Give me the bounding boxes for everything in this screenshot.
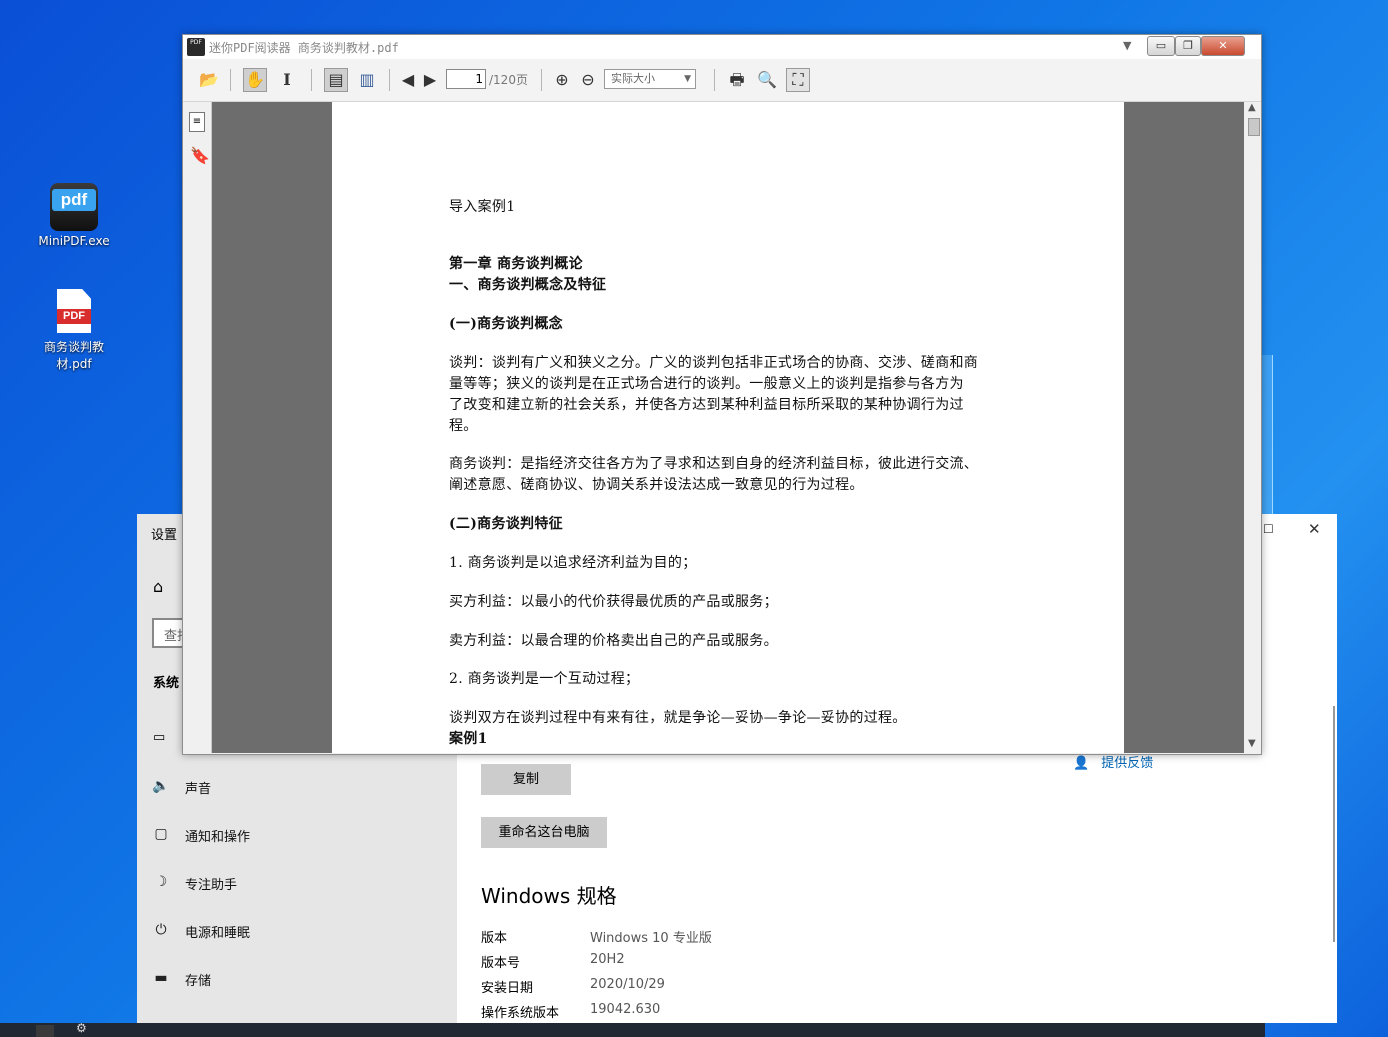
page-line: 1. 商务谈判是以追求经济利益为目的；	[449, 555, 697, 571]
pdf-page: 导入案例1 第一章 商务谈判概论 一、商务谈判概念及特征 (一)商务谈判概念 谈…	[332, 102, 1124, 753]
next-page-icon[interactable]: ▶	[418, 68, 442, 92]
open-folder-icon[interactable]: 📂	[197, 68, 221, 92]
title-bar: PDF 迷你PDF阅读器 商务谈判教材.pdf ▼ ▭ ❐ ✕	[183, 35, 1261, 59]
page-line: 了改变和建立新的社会关系，并使各方达到某种利益目标所采取的某种协调行为过	[449, 397, 964, 413]
page-line: 买方利益：以最小的代价获得最优质的产品或服务；	[449, 594, 778, 610]
app-logo-icon: PDF	[187, 38, 205, 56]
pdf-reader-window: PDF 迷你PDF阅读器 商务谈判教材.pdf ▼ ▭ ❐ ✕ 📂 ✋ I ▤ …	[182, 34, 1262, 755]
text-select-icon[interactable]: I	[275, 68, 299, 92]
window-title: 迷你PDF阅读器 商务谈判教材.pdf	[209, 41, 399, 55]
minimize-button[interactable]: ▭	[1147, 36, 1175, 56]
close-button[interactable]: ✕	[1201, 36, 1245, 56]
page-line: 阐述意愿、磋商协议、协调关系并设法达成一致意见的行为过程。	[449, 477, 864, 493]
toolbar: 📂 ✋ I ▤ ▥ ◀ ▶ 1 /120页 ⊕ ⊖ 实际大小 ▼ 🖶 🔍 ⛶	[183, 59, 1261, 102]
page-line: 谈判：谈判有广义和狭义之分。广义的谈判包括非正式场合的协商、交涉、磋商和商	[449, 355, 979, 371]
taskbar: ⚙	[0, 1021, 1265, 1037]
power-icon: ⏻	[155, 922, 167, 938]
storage-icon: ▬	[154, 970, 168, 986]
feedback-icon: 👤	[1073, 756, 1090, 771]
notification-icon: ▢	[154, 826, 168, 842]
page-line: 导入案例1	[449, 199, 516, 215]
page-line: 谈判双方在谈判过程中有来有往，就是争论—妥协—争论—妥协的过程。	[449, 710, 907, 726]
page-line: 2. 商务谈判是一个互动过程；	[449, 671, 640, 687]
close-button[interactable]: ✕	[1308, 520, 1321, 538]
page-line: 第一章 商务谈判概论	[449, 256, 583, 272]
restore-button[interactable]: ❐	[1175, 36, 1201, 56]
rename-pc-button[interactable]: 重命名这台电脑	[481, 817, 607, 848]
page-line: 卖方利益：以最合理的价格卖出自己的产品或服务。	[449, 633, 778, 649]
spec-value: 2020/10/29	[590, 977, 665, 992]
moon-icon: ☽	[154, 874, 168, 890]
single-page-icon[interactable]: ▤	[324, 68, 348, 92]
copy-button[interactable]: 复制	[481, 764, 571, 795]
page-total-label: /120页	[489, 73, 528, 87]
toolbar-separator	[541, 69, 542, 91]
taskbar-app-icon[interactable]	[36, 1025, 54, 1037]
scroll-thumb[interactable]	[1248, 118, 1260, 136]
nav-item-storage[interactable]: ▬ 存储	[137, 964, 457, 994]
page-line: (一)商务谈判概念	[449, 316, 563, 332]
bookmark-icon[interactable]: 🔖	[190, 146, 210, 165]
desktop-icon-label: MiniPDF.exe	[38, 234, 110, 248]
toolbar-separator	[389, 69, 390, 91]
zoom-out-icon[interactable]: ⊖	[576, 68, 600, 92]
spec-label: 版本号	[481, 956, 521, 971]
page-number-input[interactable]: 1	[446, 69, 486, 89]
minipdf-app-icon: pdf	[50, 183, 98, 231]
gear-icon[interactable]: ⚙	[76, 1021, 87, 1035]
spec-label: 版本	[481, 931, 508, 946]
chevron-down-icon: ▼	[684, 74, 691, 84]
nav-item-focus-assist[interactable]: ☽ 专注助手	[137, 868, 457, 898]
desktop-icon-label: 商务谈判教材.pdf	[43, 340, 104, 371]
display-icon[interactable]: ▭	[153, 730, 165, 745]
side-panel: ≡ 🔖	[183, 102, 212, 753]
search-icon[interactable]: 🔍	[755, 68, 779, 92]
windows-spec-title: Windows 规格	[481, 884, 617, 908]
hand-tool-icon[interactable]: ✋	[243, 68, 267, 92]
vertical-scrollbar[interactable]: ▲ ▼	[1245, 102, 1261, 753]
home-icon[interactable]: ⌂	[153, 577, 163, 596]
zoom-select[interactable]: 实际大小 ▼	[604, 69, 696, 89]
outline-icon[interactable]: ≡	[189, 112, 205, 132]
settings-section-title: 系统	[153, 676, 180, 691]
page-line: 案例1	[449, 731, 488, 747]
desktop-glass-decoration	[1262, 355, 1273, 515]
spec-value: 20H2	[590, 952, 625, 967]
page-line: 一、商务谈判概念及特征	[449, 277, 607, 293]
settings-title: 设置	[151, 528, 178, 543]
page-line: 程。	[449, 418, 478, 434]
toolbar-separator	[714, 69, 715, 91]
spec-value: 19042.630	[590, 1002, 661, 1017]
menu-dropdown-icon[interactable]: ▼	[1123, 39, 1131, 52]
page-line: 商务谈判：是指经济交往各方为了寻求和达到自身的经济利益目标，彼此进行交流、	[449, 456, 979, 472]
page-line: (二)商务谈判特征	[449, 516, 563, 532]
print-icon[interactable]: 🖶	[725, 68, 749, 92]
spec-value: Windows 10 专业版	[590, 931, 712, 946]
prev-page-icon[interactable]: ◀	[396, 68, 420, 92]
fullscreen-icon[interactable]: ⛶	[786, 68, 810, 92]
speaker-icon: 🔈	[152, 778, 170, 794]
desktop-icon-pdf-file[interactable]: PDF 商务谈判教材.pdf	[29, 289, 119, 373]
zoom-in-icon[interactable]: ⊕	[550, 68, 574, 92]
spec-label: 安装日期	[481, 981, 534, 996]
page-line: 量等等；狭义的谈判是在正式场合进行的谈判。一般意义上的谈判是指参与各方为	[449, 376, 964, 392]
pdf-file-icon: PDF	[57, 289, 91, 333]
two-page-icon[interactable]: ▥	[355, 68, 379, 92]
scroll-down-icon[interactable]: ▼	[1248, 738, 1256, 749]
scroll-up-icon[interactable]: ▲	[1248, 102, 1256, 113]
nav-item-sound[interactable]: 🔈 声音	[137, 772, 457, 802]
toolbar-separator	[230, 69, 231, 91]
document-viewer[interactable]: 导入案例1 第一章 商务谈判概论 一、商务谈判概念及特征 (一)商务谈判概念 谈…	[212, 102, 1244, 753]
settings-scrollbar[interactable]	[1333, 706, 1335, 942]
maximize-button[interactable]: ☐	[1263, 522, 1274, 536]
toolbar-separator	[311, 69, 312, 91]
nav-item-power[interactable]: ⏻ 电源和睡眠	[137, 916, 457, 946]
spec-label: 操作系统版本	[481, 1006, 560, 1021]
desktop-icon-minipdf[interactable]: pdf MiniPDF.exe	[29, 183, 119, 250]
nav-item-notifications[interactable]: ▢ 通知和操作	[137, 820, 457, 850]
